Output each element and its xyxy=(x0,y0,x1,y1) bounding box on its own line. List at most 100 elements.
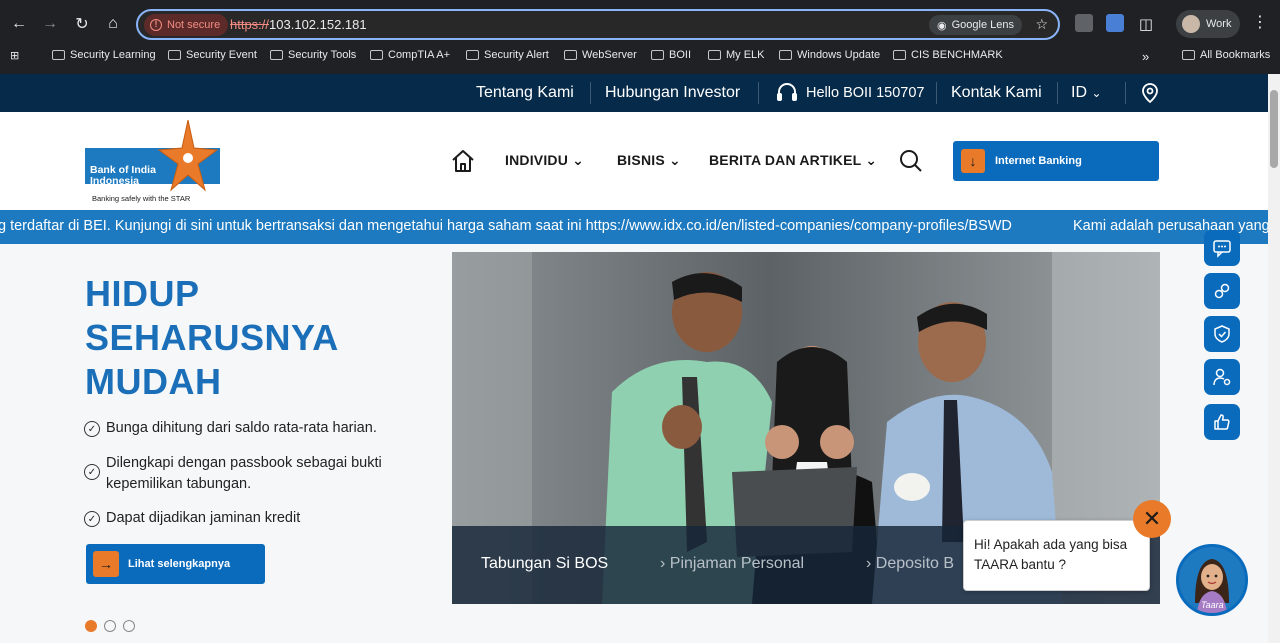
nav-news[interactable]: BERITA DAN ARTIKEL ⌄ xyxy=(709,152,877,169)
bank-logo[interactable]: Bank of India Indonesia Banking safely wi… xyxy=(85,119,225,208)
tab-savings[interactable]: Tabungan Si BOS xyxy=(481,555,608,573)
avatar xyxy=(1182,15,1200,33)
nav-news-label: BERITA DAN ARTIKEL xyxy=(709,152,862,168)
link-contact[interactable]: Kontak Kami xyxy=(951,84,1042,102)
bookmark-folder[interactable]: Windows Update xyxy=(779,49,880,61)
bookmark-folder[interactable]: BOII xyxy=(651,49,691,61)
see-more-label: Lihat selengkapnya xyxy=(128,558,231,570)
all-bookmarks[interactable]: All Bookmarks xyxy=(1182,49,1270,61)
reload-icon[interactable]: ↻ xyxy=(69,11,95,37)
logo-line2: Indonesia xyxy=(90,175,140,187)
feedback-float-button[interactable] xyxy=(1204,404,1240,440)
language-selector[interactable]: ID ⌄ xyxy=(1071,84,1102,102)
carousel-dot-active[interactable] xyxy=(85,620,97,632)
google-lens-button[interactable]: ◉ Google Lens xyxy=(929,15,1022,35)
folder-icon xyxy=(168,50,181,60)
internet-banking-button[interactable]: ↓ Internet Banking xyxy=(953,141,1159,181)
bookmark-label: WebServer xyxy=(582,49,637,61)
bookmark-star-icon[interactable]: ☆ xyxy=(1035,16,1048,33)
divider xyxy=(936,82,937,104)
bookmark-folder[interactable]: Security Learning xyxy=(52,49,156,61)
nav-individual[interactable]: INDIVIDU ⌄ xyxy=(505,152,584,169)
security-float-button[interactable] xyxy=(1204,316,1240,352)
folder-icon xyxy=(651,50,664,60)
bookmark-label: CIS BENCHMARK xyxy=(911,49,1003,61)
close-icon[interactable]: ✕ xyxy=(1133,500,1171,538)
bookmarks-overflow-icon[interactable]: » xyxy=(1142,49,1149,64)
check-circle-icon: ✓ xyxy=(84,464,100,480)
tab-deposit-label: Deposito B xyxy=(875,555,955,572)
location-pin-icon[interactable] xyxy=(1139,82,1161,104)
headset-icon xyxy=(774,80,800,106)
nav-business[interactable]: BISNIS ⌄ xyxy=(617,152,681,169)
bookmarks-bar: ⊞ Security Learning Security Event Secur… xyxy=(0,46,1280,68)
chevron-right-icon: › xyxy=(866,555,872,572)
link-about[interactable]: Tentang Kami xyxy=(476,84,574,102)
arrow-down-icon: ↓ xyxy=(961,149,985,173)
bookmark-folder[interactable]: CIS BENCHMARK xyxy=(893,49,1003,61)
url-text[interactable]: https://103.102.152.181 xyxy=(230,17,367,32)
folder-icon xyxy=(564,50,577,60)
bookmark-folder[interactable]: Security Tools xyxy=(270,49,356,61)
link-investor[interactable]: Hubungan Investor xyxy=(605,84,740,102)
bookmark-label: Security Learning xyxy=(70,49,156,61)
home-nav-icon[interactable] xyxy=(450,148,476,174)
feature-item: ✓ Bunga dihitung dari saldo rata-rata ha… xyxy=(84,418,414,439)
profile-button[interactable]: Work xyxy=(1176,10,1240,38)
translate-icon[interactable] xyxy=(1106,14,1124,32)
ticker-text: g terdaftar di BEI. Kunjungi di sini unt… xyxy=(0,218,1012,234)
bookmark-folder[interactable]: WebServer xyxy=(564,49,637,61)
bookmark-label: Security Event xyxy=(186,49,257,61)
hero-title-line: SEHARUSNYA xyxy=(85,317,339,358)
bookmark-label: CompTIA A+ xyxy=(388,49,451,61)
chevron-down-icon: ⌄ xyxy=(865,152,878,168)
forward-icon[interactable]: → xyxy=(37,11,63,37)
search-icon[interactable] xyxy=(898,148,924,174)
bookmark-folder[interactable]: Security Alert xyxy=(466,49,549,61)
logo-tagline: Banking safely with the STAR xyxy=(92,194,191,203)
back-icon[interactable]: ← xyxy=(6,11,32,37)
folder-icon xyxy=(370,50,383,60)
chat-float-button[interactable] xyxy=(1204,230,1240,266)
user-settings-icon xyxy=(1213,368,1231,386)
bookmark-label: Security Tools xyxy=(288,49,357,61)
nav-individual-label: INDIVIDU xyxy=(505,152,569,168)
check-circle-icon: ✓ xyxy=(84,421,100,437)
bookmark-folder[interactable]: Security Event xyxy=(168,49,257,61)
link-float-button[interactable] xyxy=(1204,273,1240,309)
page-scrollbar[interactable] xyxy=(1268,74,1280,643)
tab-deposit[interactable]: › Deposito B xyxy=(866,555,954,573)
menu-kebab-icon[interactable]: ⋮ xyxy=(1252,12,1268,32)
apps-grid-icon[interactable]: ⊞ xyxy=(10,49,19,62)
feature-item: ✓ Dapat dijadikan jaminan kredit xyxy=(84,508,414,529)
account-float-button[interactable] xyxy=(1204,359,1240,395)
link-icon xyxy=(1214,283,1230,299)
see-more-button[interactable]: → Lihat selengkapnya xyxy=(86,544,265,584)
bookmark-label: BOII xyxy=(669,49,692,61)
extensions-puzzle-icon[interactable]: ◫ xyxy=(1133,11,1159,37)
site-header: Bank of India Indonesia Banking safely wi… xyxy=(0,112,1268,210)
shield-check-icon xyxy=(1214,325,1230,343)
carousel-dot[interactable] xyxy=(123,620,135,632)
home-icon[interactable]: ⌂ xyxy=(100,11,126,37)
scrollbar-thumb[interactable] xyxy=(1270,90,1278,168)
browser-chrome: ← → ↻ ⌂ ! Not secure https://103.102.152… xyxy=(0,0,1280,74)
chat-icon xyxy=(1213,240,1231,258)
address-bar[interactable]: ! Not secure https://103.102.152.181 ◉ G… xyxy=(136,9,1060,40)
taara-label: Taara xyxy=(1201,600,1224,610)
bookmark-folder[interactable]: My ELK xyxy=(708,49,765,61)
folder-icon xyxy=(466,50,479,60)
chevron-right-icon: › xyxy=(660,555,666,572)
folder-icon xyxy=(1182,50,1195,60)
bookmark-folder[interactable]: CompTIA A+ xyxy=(370,49,450,61)
link-hotline[interactable]: Hello BOII 150707 xyxy=(806,85,925,101)
tab-personal-loan[interactable]: › Pinjaman Personal xyxy=(660,555,804,573)
extension-icon[interactable] xyxy=(1075,14,1093,32)
check-circle-icon: ✓ xyxy=(84,511,100,527)
security-indicator[interactable]: ! Not secure xyxy=(144,14,229,36)
carousel-dot[interactable] xyxy=(104,620,116,632)
news-ticker[interactable]: g terdaftar di BEI. Kunjungi di sini unt… xyxy=(0,210,1268,244)
chatbot-avatar[interactable]: Taara xyxy=(1176,544,1248,616)
chevron-down-icon: ⌄ xyxy=(1091,86,1102,100)
chat-greeting-bubble[interactable]: Hi! Apakah ada yang bisa TAARA bantu ? xyxy=(963,520,1150,591)
